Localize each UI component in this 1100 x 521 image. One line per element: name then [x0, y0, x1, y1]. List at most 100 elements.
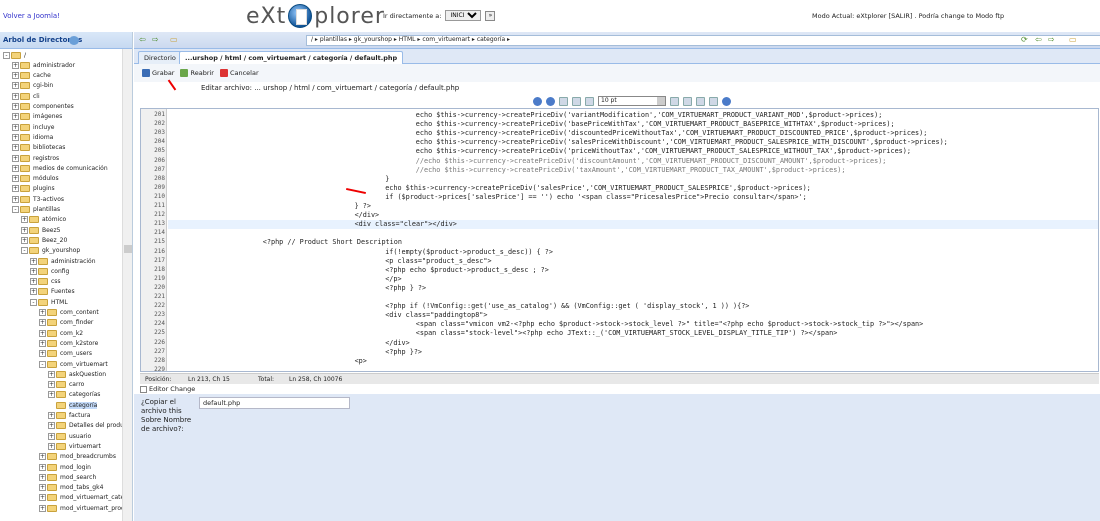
forward-arrow-icon-2[interactable]: ⇨: [1048, 36, 1057, 44]
tree-item[interactable]: + T3-activos: [12, 194, 64, 204]
refresh-icon[interactable]: ⟳: [1021, 36, 1030, 44]
expand-icon[interactable]: +: [12, 175, 19, 183]
code-line[interactable]: <?php } ?>: [385, 284, 426, 293]
code-line[interactable]: <p class="product_s_desc">: [385, 257, 491, 266]
tab-default-php[interactable]: ...urshop / html / com_virtuemart / cate…: [179, 51, 404, 64]
code-line[interactable]: <?php }?>: [385, 348, 422, 357]
code-line[interactable]: echo $this->currency->createPriceDiv('pr…: [416, 147, 911, 156]
expand-icon[interactable]: +: [12, 61, 19, 69]
expand-icon[interactable]: +: [12, 195, 19, 203]
tree-item[interactable]: + plugins: [12, 184, 55, 194]
expand-icon[interactable]: +: [12, 72, 19, 80]
tree-item[interactable]: + administración: [30, 256, 96, 266]
goto-line-icon[interactable]: [546, 96, 555, 106]
expand-icon[interactable]: +: [39, 463, 46, 471]
forward-arrow-icon[interactable]: ⇨: [152, 36, 161, 44]
collapse-icon[interactable]: -: [3, 51, 10, 59]
tree-item[interactable]: - /: [3, 50, 26, 60]
tree-item[interactable]: + mod_tabs_gk4: [39, 483, 103, 493]
expand-icon[interactable]: +: [12, 82, 19, 90]
expand-icon[interactable]: +: [21, 226, 28, 234]
expand-icon[interactable]: +: [48, 442, 55, 450]
expand-icon[interactable]: +: [12, 185, 19, 193]
tree-item[interactable]: + mod_breadcrumbs: [39, 452, 116, 462]
tree-item[interactable]: + bibliotecas: [12, 143, 65, 153]
code-line[interactable]: <?php // Product Short Description: [263, 238, 402, 247]
folder-up-icon[interactable]: ▭: [170, 36, 179, 44]
tree-item[interactable]: + incluye: [12, 122, 54, 132]
tree-item[interactable]: + mod_virtuemart_category: [39, 493, 132, 503]
code-line[interactable]: echo $this->currency->createPriceDiv('sa…: [385, 184, 811, 193]
tree-item[interactable]: + registros: [12, 153, 59, 163]
toggle-editor-icon[interactable]: [709, 96, 718, 106]
expand-icon[interactable]: +: [12, 164, 19, 172]
code-line[interactable]: //echo $this->currency->createPriceDiv('…: [416, 166, 846, 175]
tree-item[interactable]: + askQuestion: [48, 369, 106, 379]
code-line[interactable]: if(!empty($product->product_s_desc)) { ?…: [385, 248, 553, 257]
collapse-icon[interactable]: -: [12, 206, 19, 213]
tree-item[interactable]: + Fuentes: [30, 287, 75, 297]
tree-item[interactable]: + Detalles del producto: [48, 421, 132, 431]
tab-directory[interactable]: Directorio: [138, 51, 182, 64]
expand-icon[interactable]: +: [12, 133, 19, 141]
tree-item[interactable]: - gk_yourshop: [21, 246, 80, 256]
code-line[interactable]: </p>: [385, 275, 401, 284]
code-line[interactable]: </div>: [385, 339, 410, 348]
code-line[interactable]: <?php if (!VmConfig::get('use_as_catalog…: [385, 302, 749, 311]
code-line[interactable]: <span class="stock-level"><?php echo JTe…: [416, 329, 837, 338]
tree-item[interactable]: + com_k2store: [39, 338, 98, 348]
tree-item[interactable]: + com_content: [39, 308, 99, 318]
back-to-joomla-link[interactable]: Volver a Joomla!: [3, 12, 60, 20]
tree-item[interactable]: - com_virtuemart: [39, 359, 108, 369]
tree-item[interactable]: + idioma: [12, 132, 53, 142]
code-line[interactable]: echo $this->currency->createPriceDiv('di…: [416, 129, 928, 138]
code-line[interactable]: echo $this->currency->createPriceDiv('ba…: [416, 120, 895, 129]
tree-item[interactable]: + módulos: [12, 174, 59, 184]
tree-item[interactable]: + categorías: [48, 390, 100, 400]
code-editor[interactable]: 201 202 203 204 205 206 207 208 209 210 211 212 213 2…: [140, 108, 1099, 372]
tree-item[interactable]: + com_k2: [39, 328, 83, 338]
cancel-button[interactable]: Cancelar: [219, 69, 259, 77]
tree-item[interactable]: + cli: [12, 91, 40, 101]
expand-icon[interactable]: +: [39, 319, 46, 327]
tree-item[interactable]: + Beez5: [21, 225, 60, 235]
tree-item[interactable]: + mod_search: [39, 472, 96, 482]
font-size-select[interactable]: 10 pt: [598, 96, 666, 106]
expand-icon[interactable]: +: [12, 123, 19, 131]
tree-item[interactable]: + virtuemart: [48, 441, 101, 451]
tree-item[interactable]: + Beez_20: [21, 235, 67, 245]
tree-item[interactable]: + administrador: [12, 60, 75, 70]
search-icon[interactable]: [533, 96, 542, 106]
edit-icon[interactable]: [696, 96, 705, 106]
expand-icon[interactable]: +: [30, 267, 37, 275]
tree-item[interactable]: + carro: [48, 380, 84, 390]
expand-icon[interactable]: +: [48, 381, 55, 389]
code-line[interactable]: echo $this->currency->createPriceDiv('va…: [416, 111, 883, 120]
expand-icon[interactable]: +: [30, 278, 37, 286]
back-arrow-icon-2[interactable]: ⇦: [1035, 36, 1044, 44]
tree-item[interactable]: + factura: [48, 411, 90, 421]
reopen-button[interactable]: Reabrir: [180, 69, 214, 77]
tree-item[interactable]: + com_finder: [39, 318, 93, 328]
code-line[interactable]: <span class="vmicon vm2-<?php echo $prod…: [416, 320, 923, 329]
expand-icon[interactable]: +: [12, 113, 19, 121]
undo-icon[interactable]: [559, 96, 568, 106]
expand-icon[interactable]: +: [12, 103, 19, 110]
expand-icon[interactable]: +: [21, 236, 28, 244]
tree-item[interactable]: + atómico: [21, 215, 66, 225]
expand-icon[interactable]: +: [48, 391, 55, 399]
expand-icon[interactable]: +: [39, 329, 46, 337]
expand-icon[interactable]: +: [39, 484, 46, 492]
collapse-icon[interactable]: -: [21, 247, 28, 255]
tree-item[interactable]: categoría: [48, 400, 98, 410]
expand-icon[interactable]: +: [12, 144, 19, 152]
save-button[interactable]: Grabar: [142, 69, 174, 77]
goto-button[interactable]: »: [485, 10, 496, 21]
expand-icon[interactable]: +: [39, 504, 46, 512]
expand-icon[interactable]: +: [30, 257, 37, 265]
collapse-icon[interactable]: -: [30, 298, 37, 306]
expand-icon[interactable]: +: [48, 412, 55, 419]
fullscreen-icon[interactable]: [585, 96, 594, 106]
tree-item[interactable]: + cache: [12, 71, 51, 81]
tree-item[interactable]: + usuario: [48, 431, 91, 441]
